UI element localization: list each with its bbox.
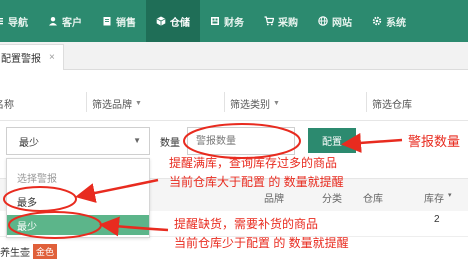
- divider: [86, 92, 87, 112]
- alert-type-select[interactable]: 最少 ▼: [6, 127, 150, 155]
- product-tag: 金色: [33, 244, 58, 259]
- nav-item-website[interactable]: 网站: [308, 0, 362, 42]
- tab-alert-config[interactable]: 配置警报 ×: [0, 44, 64, 70]
- divider: [224, 92, 225, 112]
- chevron-down-icon: ▼: [135, 100, 142, 107]
- chevron-down-icon: ▼: [273, 100, 280, 107]
- nav-label: 导航: [8, 17, 28, 29]
- annotation-max-line1: 提醒满库，查询库存过多的商品: [169, 156, 338, 170]
- annotation-min-line1: 提醒缺货，需要补货的商品: [174, 217, 319, 231]
- gear-icon: [372, 16, 382, 26]
- chevron-down-icon: ▼: [133, 136, 141, 145]
- nav-item-warehouse[interactable]: 仓储: [146, 0, 200, 42]
- filter-bar: 名称 筛选品牌 ▼ 筛选类别 ▼ 筛选仓库: [0, 86, 468, 121]
- stock-value: 2: [434, 214, 440, 225]
- nav-item-sales[interactable]: 销售: [92, 0, 146, 42]
- top-navigation: 导航 客户 销售 仓储 财务 采购 网站 系统: [0, 0, 468, 42]
- nav-item-customer[interactable]: 客户: [38, 0, 92, 42]
- quantity-label: 数量: [160, 138, 180, 149]
- filter-category[interactable]: 筛选类别 ▼: [224, 92, 280, 112]
- tab-bar: 配置警报 ×: [0, 42, 468, 70]
- nav-label: 系统: [386, 17, 406, 29]
- filter-brand[interactable]: 筛选品牌 ▼: [86, 92, 142, 112]
- dropdown-option-min[interactable]: 最少: [7, 215, 149, 235]
- document-icon: [102, 16, 112, 26]
- annotation-min-line2: 当前仓库少于配置 的 数量就提醒: [174, 236, 349, 250]
- annotation-max-line2: 当前仓库大于配置 的 数量就提醒: [169, 175, 344, 189]
- nav-label: 销售: [116, 17, 136, 29]
- globe-icon: [318, 16, 328, 26]
- finance-icon: [210, 16, 220, 26]
- select-value: 最少: [19, 137, 39, 149]
- tab-label: 配置警报: [1, 54, 41, 65]
- nav-label: 网站: [332, 17, 352, 29]
- column-header-category: 分类: [322, 194, 342, 205]
- sort-icon[interactable]: ▾: [448, 191, 452, 199]
- nav-label: 财务: [224, 17, 244, 29]
- nav-item-finance[interactable]: 财务: [200, 0, 254, 42]
- filter-warehouse[interactable]: 筛选仓库: [366, 92, 412, 112]
- nav-item-guide[interactable]: 导航: [0, 0, 38, 42]
- nav-label: 采购: [278, 17, 298, 29]
- nav-item-purchase[interactable]: 采购: [254, 0, 308, 42]
- nav-label: 客户: [62, 17, 82, 29]
- dropdown-option-placeholder[interactable]: 选择警报: [7, 167, 149, 187]
- dropdown-option-max[interactable]: 最多: [7, 191, 149, 211]
- menu-icon: [0, 16, 4, 26]
- product-row[interactable]: 养生壶 金色: [0, 244, 58, 259]
- column-header-brand: 品牌: [264, 194, 284, 205]
- nav-item-system[interactable]: 系统: [362, 0, 416, 42]
- config-button[interactable]: 配置: [308, 128, 356, 153]
- alert-type-dropdown: 选择警报 最多 最少: [6, 158, 150, 238]
- product-name: 养生壶: [0, 248, 30, 259]
- cube-icon: [156, 16, 166, 26]
- cart-icon: [264, 16, 274, 26]
- alert-quantity-input[interactable]: [187, 127, 295, 155]
- divider: [366, 92, 367, 112]
- close-icon[interactable]: ×: [49, 52, 55, 63]
- column-header-stock: 库存: [424, 194, 444, 205]
- filter-name[interactable]: 名称: [0, 96, 14, 111]
- column-header-warehouse: 仓库: [363, 194, 383, 205]
- user-icon: [48, 16, 58, 26]
- annotation-alert-quantity: 警报数量: [408, 134, 461, 149]
- nav-label: 仓储: [170, 17, 190, 29]
